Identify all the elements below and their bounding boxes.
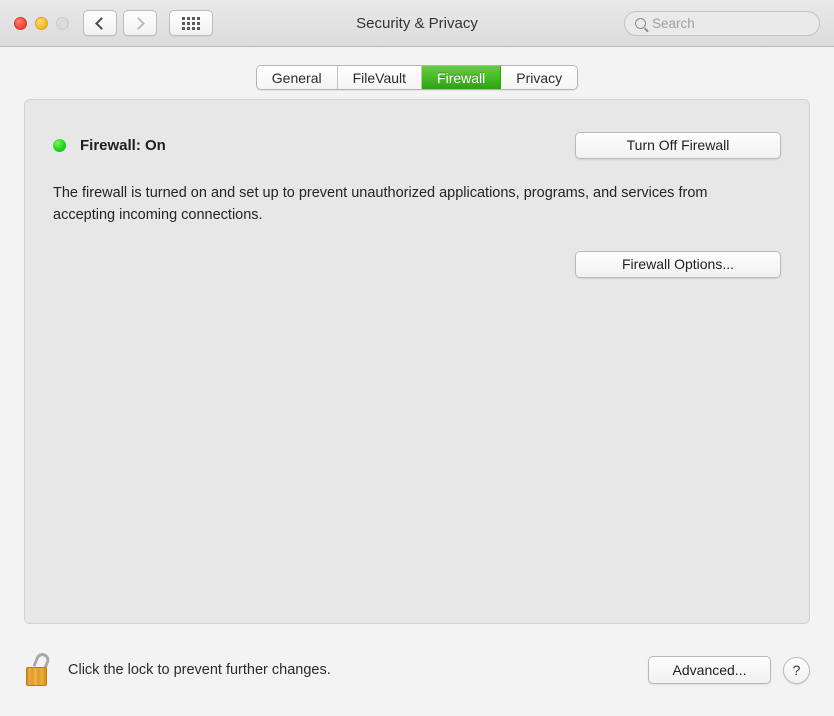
- minimize-window-button[interactable]: [35, 16, 48, 30]
- firewall-status-row: Firewall: On Turn Off Firewall: [53, 130, 781, 160]
- status-badge: Firewall: On: [80, 136, 166, 154]
- firewall-panel: Firewall: On Turn Off Firewall The firew…: [24, 99, 810, 624]
- forward-button: [123, 10, 157, 36]
- security-privacy-window: Security & Privacy General FileVault Fir…: [0, 0, 834, 716]
- traffic-lights: [14, 16, 69, 30]
- bottom-bar: Click the lock to prevent further change…: [0, 624, 834, 716]
- close-window-button[interactable]: [14, 16, 27, 30]
- turn-off-firewall-button[interactable]: Turn Off Firewall: [575, 131, 781, 159]
- tab-firewall[interactable]: Firewall: [422, 66, 502, 89]
- zoom-window-button: [56, 16, 69, 30]
- bottom-bar-actions: Advanced... ?: [648, 656, 810, 684]
- show-all-grid-icon: [182, 16, 200, 30]
- lock-hint-label: Click the lock to prevent further change…: [68, 662, 331, 678]
- search-icon: [635, 17, 646, 29]
- search-field[interactable]: [624, 10, 820, 36]
- status-indicator-dot: [53, 138, 66, 152]
- chevron-left-icon: [95, 16, 108, 30]
- firewall-description: The firewall is turned on and set up to …: [53, 185, 708, 224]
- search-input[interactable]: [652, 15, 809, 31]
- tab-privacy[interactable]: Privacy: [501, 66, 578, 89]
- chevron-right-icon: [132, 16, 145, 30]
- tab-filevault[interactable]: FileVault: [337, 66, 423, 89]
- firewall-options-row: Firewall Options...: [53, 250, 781, 278]
- firewall-options-button[interactable]: Firewall Options...: [575, 250, 781, 278]
- back-button[interactable]: [83, 10, 117, 36]
- advanced-button[interactable]: Advanced...: [648, 656, 771, 684]
- titlebar: Security & Privacy: [0, 0, 834, 47]
- tab-general[interactable]: General: [256, 66, 338, 89]
- show-all-button[interactable]: [169, 10, 213, 36]
- navigation-buttons: [83, 10, 157, 36]
- lock-open-icon[interactable]: [24, 650, 54, 687]
- tab-bar: General FileVault Firewall Privacy: [255, 65, 579, 90]
- tabbar-area: General FileVault Firewall Privacy: [0, 47, 834, 99]
- firewall-status: Firewall: On: [53, 137, 166, 154]
- help-button[interactable]: ?: [783, 656, 810, 684]
